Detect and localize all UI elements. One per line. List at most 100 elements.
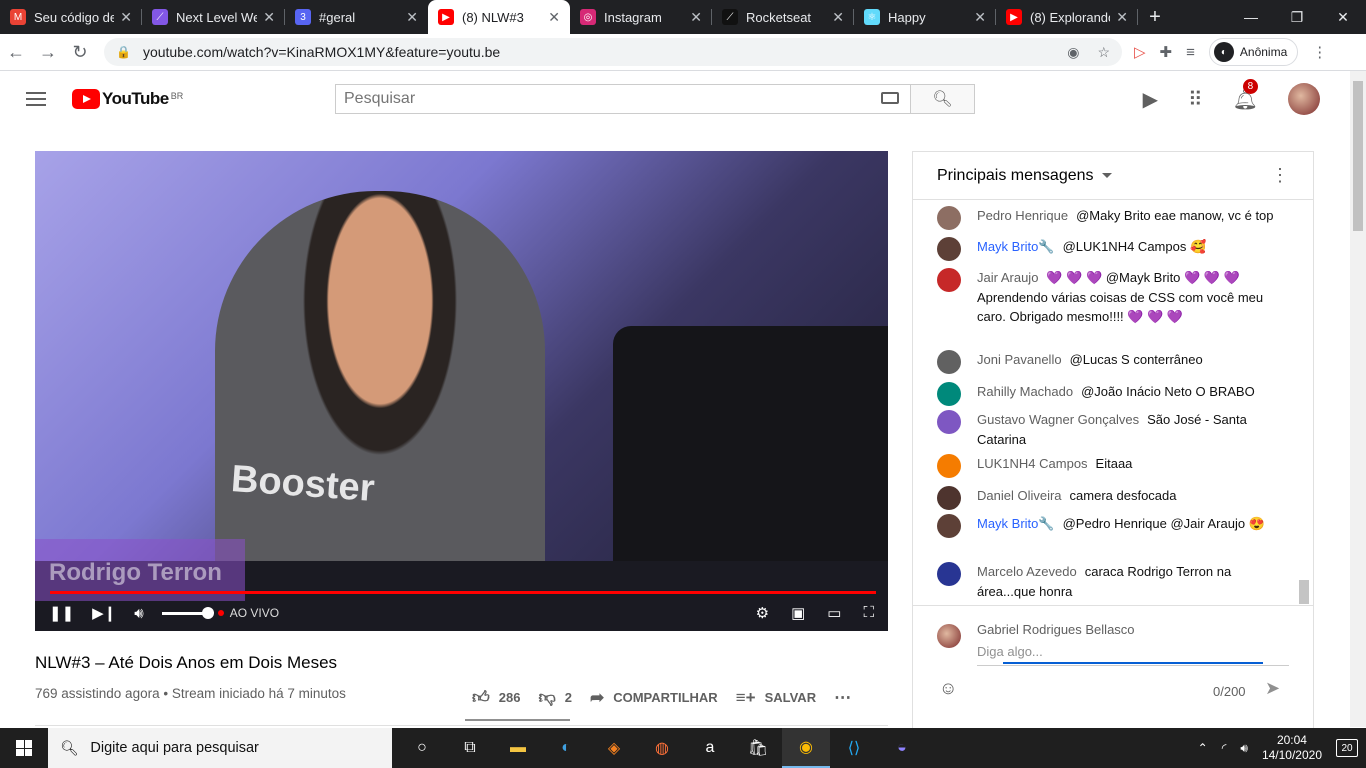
menu-icon[interactable] (26, 92, 46, 106)
dropdown-arrow-icon[interactable] (1101, 173, 1112, 178)
page-scrollbar-thumb[interactable] (1353, 81, 1363, 231)
chat-author[interactable]: LUK1NH4 Campos (977, 456, 1088, 471)
theater-mode-icon[interactable]: ▭ (827, 604, 841, 622)
youtube-logo[interactable]: YouTube BR (72, 89, 183, 109)
chat-scrollbar-thumb[interactable] (1299, 580, 1309, 604)
tray-expand-icon[interactable]: ⌃ (1198, 741, 1208, 755)
extension-icon[interactable]: ▷ (1134, 43, 1146, 61)
progress-bar[interactable] (50, 591, 876, 594)
tab[interactable]: ⟋ Rocketseat ✕ (712, 0, 854, 34)
chat-author[interactable]: Daniel Oliveira (977, 488, 1062, 503)
start-button[interactable] (0, 728, 48, 768)
action-center-icon[interactable]: 20 (1336, 739, 1358, 757)
clock[interactable]: 20:04 14/10/2020 (1262, 733, 1322, 763)
edge-icon[interactable]: ◐ (542, 728, 590, 768)
live-indicator[interactable]: AO VIVO (217, 606, 279, 620)
chat-message[interactable]: Mayk Brito🔧 @Pedro Henrique @Jair Araujo … (937, 514, 1287, 538)
tab[interactable]: ⟋ Next Level We ✕ (142, 0, 285, 34)
chat-author[interactable]: Pedro Henrique (977, 208, 1068, 223)
reload-icon[interactable]: ↻ (64, 36, 96, 68)
chat-author[interactable]: Rahilly Machado (977, 384, 1073, 399)
create-video-icon[interactable]: ▶︎ (1143, 87, 1158, 112)
send-icon[interactable]: ➤ (1265, 678, 1280, 699)
chat-message[interactable]: Jair Araujo 💜 💜 💜 @Mayk Brito 💜 💜 💜 Apren… (937, 268, 1287, 327)
chat-scrollbar[interactable] (1297, 200, 1309, 605)
chat-options-icon[interactable]: ⋮ (1271, 165, 1289, 186)
network-icon[interactable]: ◜ (1222, 741, 1227, 755)
notifications-bell-icon[interactable]: 🔔︎ 8 (1233, 78, 1259, 112)
incognito-eye-icon[interactable]: ◉ (1067, 44, 1079, 61)
tab[interactable]: M Seu código de ✕ (0, 0, 142, 34)
volume-tray-icon[interactable]: 🔊︎ (1240, 741, 1248, 756)
like-button[interactable]: 👍︎ 286 (472, 687, 520, 708)
close-tab-icon[interactable]: ✕ (120, 9, 132, 26)
close-tab-icon[interactable]: ✕ (974, 9, 986, 26)
cortana-icon[interactable]: ○ (398, 728, 446, 768)
chat-message[interactable]: Pedro Henrique @Maky Brito eae manow, vc … (937, 206, 1287, 230)
vscode-icon[interactable]: ⟨⟩ (830, 728, 878, 768)
chat-mode-dropdown[interactable]: Principais mensagens (937, 167, 1094, 185)
profile-button[interactable]: ◐ Anônima (1208, 38, 1299, 66)
keyboard-icon[interactable] (881, 92, 899, 104)
account-avatar[interactable] (1288, 83, 1320, 115)
save-button[interactable]: ≡+ SALVAR (736, 688, 816, 708)
more-actions-button[interactable]: ⋯ (834, 688, 851, 708)
chat-message[interactable]: Mayk Brito🔧 @LUK1NH4 Campos 🥰 (937, 237, 1287, 261)
address-bar[interactable]: 🔒 youtube.com/watch?v=KinaRMOX1MY&featur… (104, 38, 1122, 66)
chat-author[interactable]: Gustavo Wagner Gonçalves (977, 412, 1139, 427)
chat-message[interactable]: LUK1NH4 Campos Eitaaa (937, 454, 1287, 478)
video-player[interactable]: Booster Rodrigo Terron ❚❚ ▶❙ 🔊︎ AO VIVO … (35, 151, 888, 631)
chat-message[interactable]: Rahilly Machado @João Inácio Neto O BRABO (937, 382, 1287, 406)
restore-icon[interactable]: ❐ (1274, 0, 1320, 34)
chat-message[interactable]: Marcelo Azevedo caraca Rodrigo Terron na … (937, 562, 1287, 601)
dislike-button[interactable]: 👎︎ 2 (538, 687, 572, 708)
url-text[interactable]: youtube.com/watch?v=KinaRMOX1MY&feature=… (143, 44, 1049, 60)
search-button[interactable]: 🔍︎ (910, 84, 975, 114)
chat-message[interactable]: Joni Pavanello @Lucas S conterrâneo (937, 350, 1287, 374)
close-tab-icon[interactable]: ✕ (832, 9, 844, 26)
chat-message[interactable]: Daniel Oliveira camera desfocada (937, 486, 1287, 510)
close-tab-icon[interactable]: ✕ (690, 9, 702, 26)
apps-grid-icon[interactable]: ⠿ (1188, 87, 1203, 112)
miniplayer-icon[interactable]: ▣ (791, 604, 805, 622)
pause-icon[interactable]: ❚❚ (49, 604, 74, 622)
tab[interactable]: ▶ (8) Explorando ✕ (996, 0, 1138, 34)
app-icon[interactable]: ◒ (878, 728, 926, 768)
taskbar-search[interactable]: 🔍︎ Digite aqui para pesquisar (48, 728, 392, 768)
close-tab-icon[interactable]: ✕ (263, 9, 275, 26)
tab[interactable]: 3 #geral ✕ (285, 0, 428, 34)
brave-icon[interactable]: ◈ (590, 728, 638, 768)
close-tab-icon[interactable]: ✕ (406, 9, 418, 26)
fullscreen-icon[interactable]: ⛶ (863, 604, 874, 622)
new-tab-icon[interactable]: + (1138, 0, 1172, 34)
emoji-picker-icon[interactable]: ☺ (939, 678, 957, 699)
chat-author[interactable]: Mayk Brito🔧 (977, 239, 1055, 254)
tab[interactable]: ⚛ Happy ✕ (854, 0, 996, 34)
chat-message[interactable]: Gustavo Wagner Gonçalves São José - Santa… (937, 410, 1287, 449)
volume-slider[interactable] (161, 606, 214, 619)
close-tab-icon[interactable]: ✕ (548, 9, 560, 26)
close-window-icon[interactable]: ✕ (1320, 0, 1366, 34)
tab[interactable]: ◎ Instagram ✕ (570, 0, 712, 34)
chrome-icon[interactable]: ◉ (782, 728, 830, 768)
bookmark-star-icon[interactable]: ☆ (1097, 44, 1110, 61)
browser-menu-icon[interactable]: ⋮ (1312, 43, 1327, 61)
chat-author[interactable]: Mayk Brito🔧 (977, 516, 1055, 531)
lock-icon[interactable]: 🔒 (116, 45, 131, 59)
forward-icon[interactable]: → (32, 36, 64, 68)
volume-icon[interactable]: 🔊︎ (134, 605, 143, 622)
chat-author[interactable]: Marcelo Azevedo (977, 564, 1077, 579)
task-view-icon[interactable]: ⧉ (446, 728, 494, 768)
settings-gear-icon[interactable]: ⚙ (756, 604, 769, 622)
store-icon[interactable]: 🛍︎ (734, 728, 782, 768)
media-queue-icon[interactable]: ≡ (1186, 44, 1195, 61)
firefox-icon[interactable]: ◍ (638, 728, 686, 768)
chat-author[interactable]: Joni Pavanello (977, 352, 1062, 367)
minimize-icon[interactable]: — (1228, 0, 1274, 34)
search-input[interactable] (335, 84, 910, 114)
close-tab-icon[interactable]: ✕ (1116, 9, 1128, 26)
puzzle-extensions-icon[interactable]: ✚ (1160, 43, 1173, 61)
file-explorer-icon[interactable]: ▬ (494, 728, 542, 768)
tab[interactable]: ▶ (8) NLW#3 ✕ (428, 0, 570, 34)
page-scrollbar[interactable] (1350, 71, 1366, 727)
